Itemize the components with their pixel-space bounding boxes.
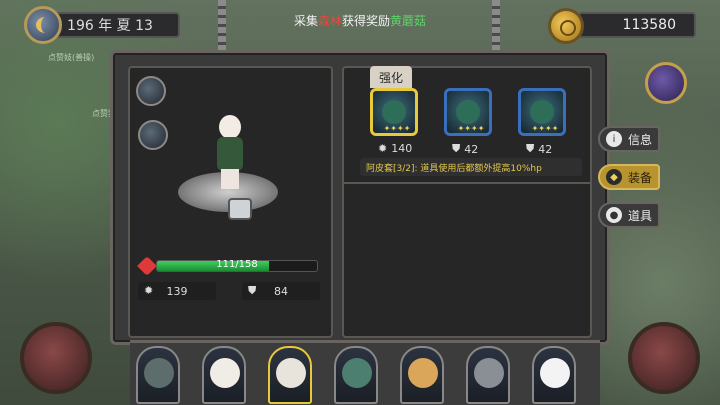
gold-display: 113580 [578,12,696,38]
equipment-value-text: 140 [391,142,413,155]
equipment-value-text: 42 [538,142,553,156]
portrait-face [144,358,174,388]
attack-icon: ✹ [144,284,154,297]
quest-prefix: 采集 [293,14,318,28]
shield-icon: ⛊ [452,142,461,155]
star-rating: ✦✦✦✦ [457,124,485,133]
hero-head [219,115,241,139]
guild-crest-icon[interactable] [645,62,687,104]
hero-portrait-4[interactable] [334,346,378,404]
date-text: 196 年 夏 13 [67,18,153,34]
creature-icon [456,100,480,124]
attack-stat: ✹ 139 [138,282,216,300]
hp-text: 111/158 [216,259,258,270]
defense-stat: ⛊ 84 [242,282,320,300]
equipment-value-1: ✹ 140 [378,142,412,155]
divider [342,182,592,184]
quest-reward: 黄蘑菇 [390,14,427,28]
tab-enhance[interactable]: 强化 [370,66,412,88]
portrait-face [408,358,438,388]
heart-icon [137,256,157,276]
quest-banner[interactable]: 采集森林获得奖励黄蘑菇 [250,12,470,30]
equipment-slot-1[interactable]: ✦✦✦✦ [370,88,418,136]
portrait-face [540,358,570,388]
equipment-slot-3[interactable]: ✦✦✦✦ [518,88,566,136]
portrait-face [342,358,372,388]
moon-calendar-icon[interactable] [24,6,62,44]
gold-amount: 113580 [622,17,676,33]
creature-icon [382,100,406,124]
equipment-icon: ◆ [606,169,622,185]
equipment-value-3: ⛊ 42 [526,142,552,156]
tab-equipment[interactable]: ◆ 装备 [598,164,660,190]
attack-value: 139 [166,284,188,298]
info-icon: i [606,131,622,147]
shield-icon: ⛊ [248,284,257,297]
hero-character [205,115,255,190]
town-button[interactable] [20,322,92,394]
portrait-face [210,358,240,388]
hero-portrait-1[interactable] [136,346,180,404]
hero-legs [221,169,239,189]
battle-shield-button[interactable] [628,322,700,394]
defense-value: 84 [274,284,288,298]
hero-portrait-2[interactable] [202,346,246,404]
hp-row: 111/158 [137,256,323,276]
tab-info[interactable]: i 信息 [598,126,660,152]
hero-portrait-7[interactable] [532,346,576,404]
equipment-slot-2[interactable]: ✦✦✦✦ [444,88,492,136]
star-rating: ✦✦✦✦ [531,124,559,133]
shield-icon: ⛊ [526,142,535,155]
creature-icon [530,100,554,124]
tab-equipment-label: 装备 [628,170,653,185]
telescope-icon[interactable] [138,120,168,150]
equipment-value-2: ⛊ 42 [452,142,478,156]
tab-items[interactable]: ● 道具 [598,202,660,228]
quest-target: 森林 [317,14,342,28]
portrait-face [474,358,504,388]
set-bonus-text: 阿皮套[3/2]: 道具使用后都额外提高10%hp [360,158,582,176]
quest-middle: 获得奖励 [342,14,391,28]
star-rating: ✦✦✦✦ [383,124,411,133]
item-icon: ● [606,207,622,223]
tab-items-label: 道具 [628,208,653,223]
hero-body [217,137,243,171]
tab-info-label: 信息 [628,132,653,147]
attack-icon: ✹ [378,142,388,155]
hero-portrait-3[interactable] [268,346,312,404]
upgrade-tool-icon[interactable] [228,198,252,220]
gold-coin-icon[interactable] [548,8,584,44]
hero-portrait-5[interactable] [400,346,444,404]
map-label: 点赞妓(善操) [48,53,95,62]
hero-portrait-6[interactable] [466,346,510,404]
skill-icon[interactable] [136,76,166,106]
equipment-value-text: 42 [464,142,479,156]
portrait-face [276,358,306,388]
